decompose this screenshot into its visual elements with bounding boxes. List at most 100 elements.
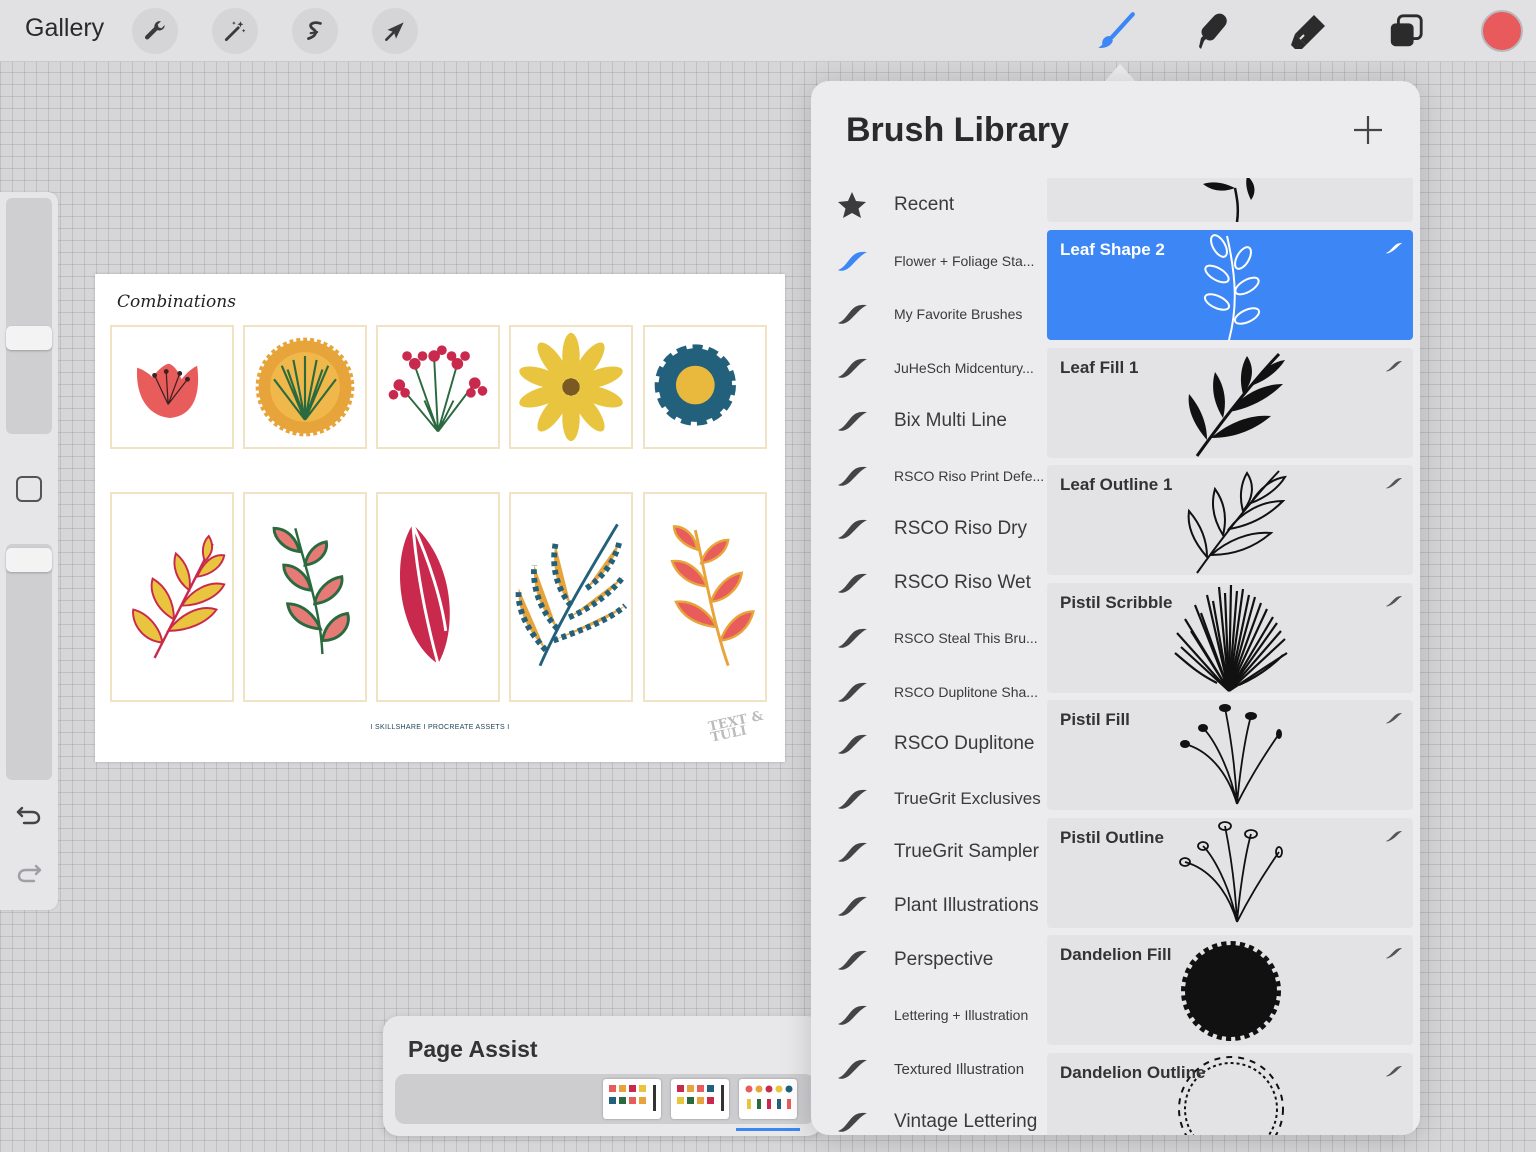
brush-stroke-icon	[838, 734, 867, 754]
green-sprig-illustration	[272, 526, 350, 655]
brush-set-textured-illustration[interactable]: Textured Illustration	[811, 1042, 1047, 1096]
brush-set-juhesch[interactable]: JuHeSch Midcentury...	[811, 341, 1047, 395]
brush-set-label: Bix Multi Line	[894, 410, 1007, 431]
plus-icon	[1354, 116, 1382, 144]
brush-size-thumb[interactable]	[6, 326, 52, 350]
artwork-card-tulip	[110, 325, 234, 449]
brush-set-vintage-lettering[interactable]: Vintage Lettering	[811, 1095, 1047, 1135]
brush-set-label: Recent	[894, 194, 955, 215]
imported-brush-badge-icon	[1386, 243, 1402, 254]
brush-opacity-slider[interactable]	[6, 544, 52, 780]
magic-wand-icon	[224, 21, 246, 42]
document-footer: I SKILLSHARE I PROCREATE ASSETS I	[370, 724, 510, 731]
brush-set-label: TrueGrit Sampler	[894, 841, 1039, 862]
brush-card[interactable]: Pistil Scribble	[1047, 583, 1413, 693]
artwork-card-berries	[376, 325, 500, 449]
brush-card[interactable]: Dandelion Outline	[1047, 1053, 1413, 1135]
gallery-button[interactable]: Gallery	[25, 14, 104, 43]
brush-stroke-icon	[838, 304, 867, 324]
brush-stroke-icon	[838, 466, 867, 486]
imported-brush-badge-icon	[1386, 596, 1402, 607]
brush-set-bix-multi-line[interactable]: Bix Multi Line	[811, 394, 1047, 448]
eraser-tool-button[interactable]	[1285, 8, 1331, 54]
brush-tool-button[interactable]	[1093, 8, 1139, 54]
pistil-outline-preview	[1179, 821, 1283, 923]
brush-name: Pistil Outline	[1060, 828, 1164, 847]
top-toolbar: Gallery	[0, 0, 1536, 62]
selection-button[interactable]	[292, 8, 338, 54]
imported-brush-badge-icon	[1386, 1066, 1402, 1077]
selection-s-icon	[307, 21, 322, 40]
brush-set-label: Flower + Foliage Sta...	[894, 253, 1035, 269]
brush-set-rsco-riso-dry[interactable]: RSCO Riso Dry	[811, 502, 1047, 556]
brush-set-flower-foliage[interactable]: Flower + Foliage Sta...	[811, 234, 1047, 288]
transform-arrow-button[interactable]	[372, 8, 418, 54]
brush-set-lettering-illustration[interactable]: Lettering + Illustration	[811, 988, 1047, 1042]
brush-card[interactable]: Dandelion Fill	[1047, 935, 1413, 1045]
page-thumbnail-current[interactable]	[739, 1079, 797, 1119]
brush-set-label: Plant Illustrations	[894, 895, 1039, 916]
brush-stroke-icon	[838, 411, 867, 431]
left-sidebar	[0, 192, 58, 910]
smudge-tool-button[interactable]	[1189, 8, 1235, 54]
brush-set-truegrit-exclusives[interactable]: TrueGrit Exclusives	[811, 772, 1047, 826]
pistil-scribble-preview	[1174, 584, 1288, 692]
current-page-indicator	[736, 1128, 800, 1131]
sunflower-illustration	[255, 337, 355, 437]
artwork-card-sunflower	[243, 325, 367, 449]
color-picker-button[interactable]	[1481, 10, 1523, 52]
brush-name: Dandelion Fill	[1060, 945, 1172, 964]
brush-list[interactable]: Leaf Shape 2 Leaf Fill 1 Leaf Outline 1 …	[1047, 178, 1413, 1135]
brush-set-favorites[interactable]: My Favorite Brushes	[811, 287, 1047, 341]
brush-set-perspective[interactable]: Perspective	[811, 933, 1047, 987]
brush-set-label: Lettering + Illustration	[894, 1007, 1029, 1023]
brush-card[interactable]: Pistil Outline	[1047, 818, 1413, 928]
leaf-shape-2-preview	[1203, 234, 1261, 340]
brush-card[interactable]: Pistil Fill	[1047, 700, 1413, 810]
brush-stroke-icon	[838, 251, 867, 271]
page-thumbnail[interactable]	[603, 1079, 661, 1119]
brush-set-truegrit-sampler[interactable]: TrueGrit Sampler	[811, 825, 1047, 879]
brush-stroke-icon	[838, 519, 867, 539]
add-brush-button[interactable]	[1351, 113, 1385, 147]
page-thumbnail[interactable]	[671, 1079, 729, 1119]
canvas-document[interactable]: Combinations I SKILLSHARE I PROCREATE AS…	[95, 274, 785, 762]
daisy-illustration	[519, 332, 623, 442]
page-thumbnail-preview	[745, 1085, 793, 1109]
brush-set-recent[interactable]: Recent	[811, 178, 1047, 232]
page-thumbnail-preview	[609, 1085, 656, 1111]
brush-card[interactable]	[1047, 178, 1413, 222]
brush-size-slider[interactable]	[6, 198, 52, 434]
modify-button[interactable]	[16, 476, 42, 502]
brush-set-label: Perspective	[894, 949, 994, 970]
adjustments-wand-button[interactable]	[212, 8, 258, 54]
brush-set-rsco-steal[interactable]: RSCO Steal This Bru...	[811, 611, 1047, 665]
brush-set-label: My Favorite Brushes	[894, 306, 1023, 322]
brush-card-selected[interactable]: Leaf Shape 2	[1047, 230, 1413, 340]
brush-set-rsco-duplitone[interactable]: RSCO Duplitone	[811, 717, 1047, 771]
redo-button[interactable]	[14, 858, 44, 888]
brush-name: Leaf Outline 1	[1060, 475, 1173, 494]
yellow-sprig-illustration	[132, 534, 226, 659]
coral-sprig-illustration	[670, 525, 755, 667]
artwork-card-striped-sprig	[509, 492, 633, 702]
actions-wrench-button[interactable]	[132, 8, 178, 54]
undo-button[interactable]	[14, 800, 44, 830]
brush-set-rsco-riso-print[interactable]: RSCO Riso Print Defe...	[811, 449, 1047, 503]
imported-brush-badge-icon	[1386, 948, 1402, 959]
dandelion-fill-preview	[1181, 941, 1281, 1041]
wrench-icon	[145, 21, 165, 40]
brush-opacity-thumb[interactable]	[6, 548, 52, 572]
artwork-card-daisy	[509, 325, 633, 449]
brush-set-rsco-riso-wet[interactable]: RSCO Riso Wet	[811, 556, 1047, 610]
striped-sprig-illustration	[515, 523, 628, 667]
brush-stroke-icon	[838, 682, 867, 702]
brush-card[interactable]: Leaf Fill 1	[1047, 348, 1413, 458]
brush-set-rsco-duplitone-sha[interactable]: RSCO Duplitone Sha...	[811, 665, 1047, 719]
brush-set-label: RSCO Riso Print Defe...	[894, 468, 1044, 484]
blue-flower-illustration	[654, 344, 736, 426]
brush-set-plant-illustrations[interactable]: Plant Illustrations	[811, 879, 1047, 933]
layers-button[interactable]	[1383, 8, 1429, 54]
artwork-card-blue-flower	[643, 325, 767, 449]
brush-card[interactable]: Leaf Outline 1	[1047, 465, 1413, 575]
